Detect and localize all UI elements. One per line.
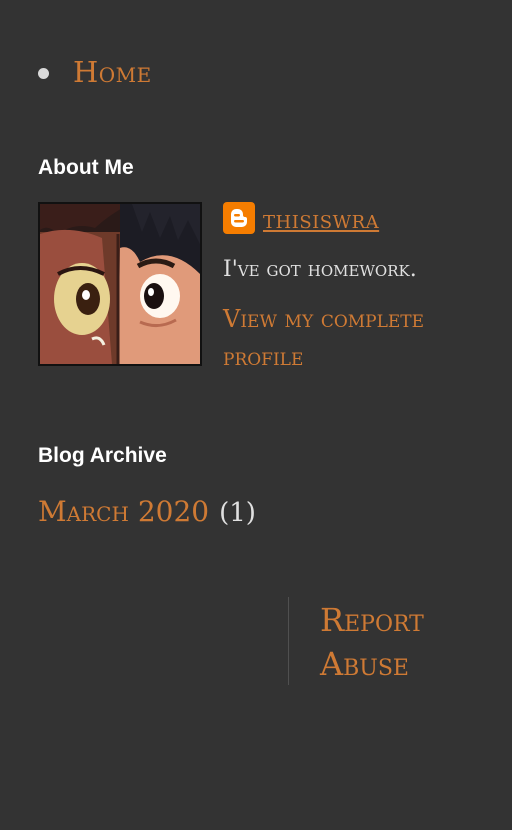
blog-archive-title: Blog Archive — [38, 444, 167, 467]
blogger-icon[interactable] — [223, 202, 255, 234]
page-nav: Home — [38, 55, 152, 89]
profile-block: thisiswra I've got homework. View my com… — [223, 201, 493, 376]
profile-description: I've got homework. — [223, 257, 417, 282]
blogger-glyph — [231, 209, 247, 227]
profile-name-link[interactable]: thisiswra — [263, 205, 379, 234]
profile-name-row: thisiswra — [223, 201, 493, 235]
footer-divider — [288, 597, 289, 685]
profile-avatar[interactable] — [38, 202, 202, 366]
report-abuse-link[interactable]: Report Abuse — [320, 598, 500, 686]
avatar-illustration — [40, 204, 200, 364]
view-profile-link[interactable]: View my complete profile — [223, 300, 493, 376]
archive-post-count: (1) — [219, 498, 256, 528]
nav-item-home: Home — [38, 55, 152, 89]
about-me-title: About Me — [38, 156, 134, 179]
archive-month-link[interactable]: March 2020 — [38, 495, 209, 528]
home-link[interactable]: Home — [73, 55, 152, 89]
bullet-icon — [38, 67, 49, 79]
archive-entry: March 2020 (1) — [38, 495, 256, 528]
